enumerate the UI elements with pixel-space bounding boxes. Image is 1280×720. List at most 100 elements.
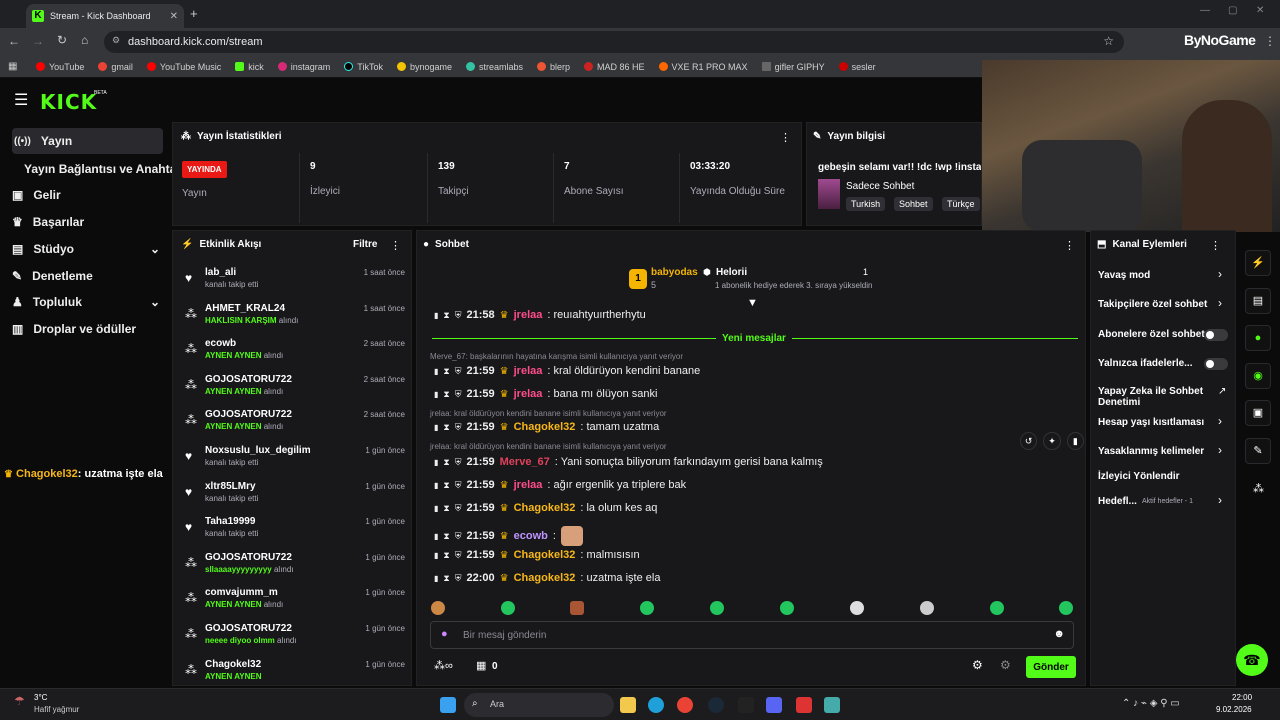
chat-input-box[interactable]: ● Bir mesaj gönderin ☻ xyxy=(430,621,1074,649)
chat-message[interactable]: ▮ ⧗ ⛨ 21:59 ♛ ecowb: xyxy=(434,526,583,546)
kick-logo[interactable]: KICK xyxy=(40,90,97,114)
tray-icons[interactable]: ⌃ ♪ ⌁ ◈ ⚲ ▭ xyxy=(1122,698,1180,709)
activity-item[interactable]: ⁂ GOJOSATORU722 AYNEN AYNEN alındı 2 saat ö… xyxy=(181,409,409,445)
message-username[interactable]: jrelaa xyxy=(514,365,543,377)
back-icon[interactable]: ← xyxy=(8,34,20,48)
sidebar-item-basarilar[interactable]: ♛ Başarılar xyxy=(12,215,84,229)
activity-item[interactable]: ⁂ ecowb AYNEN AYNEN alındı 2 saat önce xyxy=(181,338,409,374)
community-icon[interactable]: ⁂ xyxy=(1253,482,1264,495)
store-icon[interactable]: ▦ xyxy=(476,659,486,672)
chat-message[interactable]: ▮ ⧗ ⛨ 22:00 ♛ Chagokel32: uzatma işte ela xyxy=(434,572,660,584)
ban-icon[interactable]: ⛨ xyxy=(455,422,462,433)
sidebar-item-yayin[interactable]: ((•)) Yayın xyxy=(12,128,163,154)
profile-label[interactable]: ByNoGame xyxy=(1184,32,1256,48)
mod-icon[interactable]: ⚙ xyxy=(1000,658,1011,672)
channel-action-item[interactable]: Yapay Zeka ile Sohbet Denetimi xyxy=(1098,386,1206,408)
message-username[interactable]: Chagokel32 xyxy=(514,502,576,514)
timeout-icon[interactable]: ⧗ xyxy=(443,480,449,491)
ban-icon[interactable]: ⛨ xyxy=(455,480,462,491)
pinned-icon[interactable]: ▼ xyxy=(747,297,758,309)
send-button[interactable]: Gönder xyxy=(1026,656,1076,678)
delete-icon[interactable]: ▮ xyxy=(1066,432,1084,450)
sidebar-item-droplar[interactable]: ▥ Droplar ve ödüller xyxy=(12,322,136,336)
delete-message-icon[interactable]: ▮ xyxy=(434,367,438,376)
emote-10[interactable] xyxy=(1059,601,1073,615)
chevron-right-icon[interactable]: › xyxy=(1218,414,1222,428)
message-username[interactable]: Chagokel32 xyxy=(514,572,576,584)
channel-actions-menu-icon[interactable]: ⋮ xyxy=(1210,239,1221,252)
chat-message[interactable]: ▮ ⧗ ⛨ 21:58 ♛ jrelaa: reuıahtyuırtherhytu xyxy=(434,309,646,321)
sidebar-item-topluluk[interactable]: ♟ Topluluk ⌄ xyxy=(12,295,160,309)
chat-message[interactable]: ▮ ⧗ ⛨ 21:59 ♛ jrelaa: bana mı ölüyon sanki xyxy=(434,388,657,400)
activity-item[interactable]: ♥ Taha19999 kanalı takip etti 1 gün önce xyxy=(181,516,409,552)
broadcast-icon[interactable]: ◉ xyxy=(1245,363,1271,389)
bookmark-tiktok[interactable]: TikTok xyxy=(344,62,383,72)
quick-actions-icon[interactable]: ⚡ xyxy=(1245,250,1271,276)
users-icon[interactable]: ⁂∞ xyxy=(434,659,453,672)
activity-item[interactable]: ⁂ Chagokel32 AYNEN AYNEN 1 gün önce xyxy=(181,659,409,685)
message-username[interactable]: jrelaa xyxy=(514,309,543,321)
bookmark-giphy[interactable]: gifler GIPHY xyxy=(761,62,825,72)
delete-message-icon[interactable]: ▮ xyxy=(434,423,438,432)
chevron-right-icon[interactable]: › xyxy=(1218,493,1222,507)
maximize-icon[interactable]: ▢ xyxy=(1228,5,1237,16)
chrome-icon[interactable] xyxy=(677,697,693,713)
message-username[interactable]: jrelaa xyxy=(514,388,543,400)
close-tab-icon[interactable]: ✕ xyxy=(170,11,178,22)
chat-message[interactable]: ▮ ⧗ ⛨ 21:59 ♛ Chagokel32: tamam uzatma xyxy=(434,421,659,433)
chevron-right-icon[interactable]: › xyxy=(1218,296,1222,310)
ban-icon[interactable]: ⛨ xyxy=(455,366,462,377)
activity-item[interactable]: ♥ lab_ali kanalı takip etti 1 saat önce xyxy=(181,267,409,303)
sidebar-item-denetleme[interactable]: ✎ Denetleme xyxy=(12,269,93,283)
tag-turkish[interactable]: Turkish xyxy=(846,197,886,211)
sidebar-item-studyo[interactable]: ▤ Stüdyo ⌄ xyxy=(12,242,160,256)
tag-sohbet[interactable]: Sohbet xyxy=(894,197,933,211)
wrench-icon[interactable]: ✎ xyxy=(1245,438,1271,464)
sidebar-item-baglanti[interactable]: Yayın Bağlantısı ve Anahtarı xyxy=(24,162,184,176)
bookmark-streamlabs[interactable]: streamlabs xyxy=(465,62,523,72)
emote-2[interactable] xyxy=(501,601,515,615)
bookmark-gmail[interactable]: gmail xyxy=(98,62,133,72)
channel-action-item[interactable]: Yavaş mod xyxy=(1098,270,1150,281)
message-username[interactable]: Chagokel32 xyxy=(514,549,576,561)
channel-action-item[interactable]: Yasaklanmış kelimeler xyxy=(1098,446,1204,457)
channel-action-item[interactable]: İzleyici Yönlendir xyxy=(1098,471,1180,482)
help-button[interactable]: ☎ xyxy=(1236,644,1268,676)
pin-icon[interactable]: ✦ xyxy=(1043,432,1061,450)
timeout-icon[interactable]: ⧗ xyxy=(443,366,449,377)
menu-icon[interactable]: ⋮ xyxy=(1264,34,1276,48)
activity-item[interactable]: ⁂ GOJOSATORU722 AYNEN AYNEN alındı 2 saat ö… xyxy=(181,374,409,410)
activity-item[interactable]: ⁂ AHMET_KRAL24 HAKLISIN KARŞIM alındı 1 saa… xyxy=(181,303,409,339)
activity-item[interactable]: ⁂ GOJOSATORU722 sllaaaayyyyyyyyy alındı 1 g… xyxy=(181,552,409,588)
timeout-icon[interactable]: ⧗ xyxy=(443,389,449,400)
timeout-icon[interactable]: ⧗ xyxy=(443,550,449,561)
message-username[interactable]: jrelaa xyxy=(514,479,543,491)
browser-tab[interactable]: K Stream - Kick Dashboard ✕ xyxy=(26,4,184,28)
url-field[interactable]: ⚙ dashboard.kick.com/stream ☆ xyxy=(104,31,1124,53)
delete-message-icon[interactable]: ▮ xyxy=(434,481,438,490)
activity-item[interactable]: ♥ Noxsuslu_lux_degilim kanalı takip etti 1 … xyxy=(181,445,409,481)
toggle-switch[interactable] xyxy=(1204,358,1228,370)
channel-action-item[interactable]: Yalnızca ifadelerle... xyxy=(1098,358,1193,369)
ban-icon[interactable]: ⛨ xyxy=(455,573,462,584)
bookmark-instagram[interactable]: instagram xyxy=(277,62,330,72)
file-explorer-icon[interactable] xyxy=(620,697,636,713)
delete-message-icon[interactable]: ▮ xyxy=(434,390,438,399)
message-username[interactable]: ecowb xyxy=(514,530,548,542)
forward-icon[interactable]: → xyxy=(32,34,44,48)
timeout-icon[interactable]: ⧗ xyxy=(443,503,449,514)
app-red-icon[interactable] xyxy=(796,697,812,713)
bookmark-bynogame[interactable]: bynogame xyxy=(396,62,452,72)
delete-message-icon[interactable]: ▮ xyxy=(434,532,438,541)
settings-gear-icon[interactable]: ⚙ xyxy=(972,658,983,672)
chat-message[interactable]: ▮ ⧗ ⛨ 21:59 Merve_67: Yani sonuçta biliyorum… xyxy=(434,456,823,468)
channel-action-item[interactable]: Hesap yaşı kısıtlaması xyxy=(1098,417,1204,428)
delete-message-icon[interactable]: ▮ xyxy=(434,551,438,560)
emote-6[interactable] xyxy=(780,601,794,615)
delete-message-icon[interactable]: ▮ xyxy=(434,504,438,513)
ban-icon[interactable]: ⛨ xyxy=(455,531,462,542)
steam-icon[interactable] xyxy=(708,697,724,713)
epic-games-icon[interactable] xyxy=(738,697,754,713)
chat-message[interactable]: ▮ ⧗ ⛨ 21:59 ♛ Chagokel32: la olum kes aq xyxy=(434,502,657,514)
external-link-icon[interactable]: ↗ xyxy=(1218,386,1226,397)
